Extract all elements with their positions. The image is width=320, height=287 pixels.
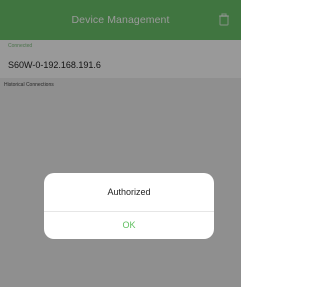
authorization-dialog: Authorized OK: [44, 173, 214, 239]
dialog-message: Authorized: [107, 187, 151, 197]
ok-button[interactable]: OK: [44, 212, 214, 239]
device-management-screen: Device Management Connected S60W-0-192.1…: [0, 0, 241, 287]
modal-overlay: [0, 0, 241, 287]
